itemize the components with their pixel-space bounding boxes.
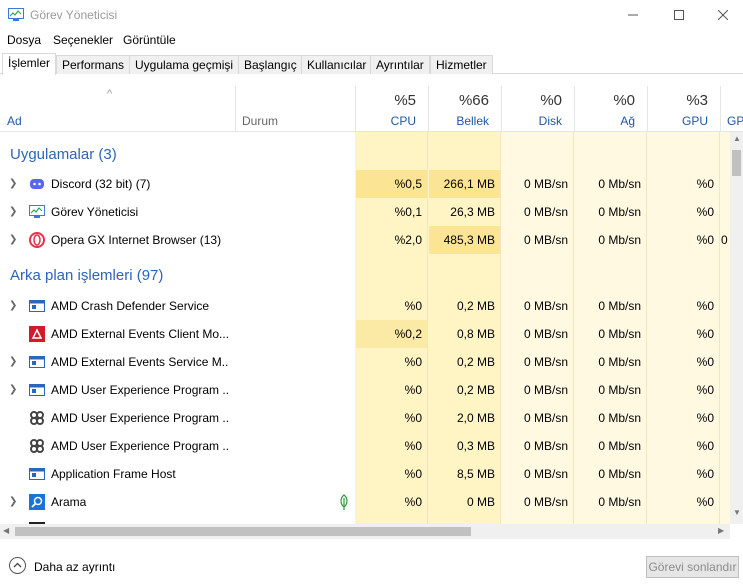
gear-cluster-icon [30,411,44,425]
chevron-up-circle-icon[interactable] [9,557,26,574]
service-window-icon [29,300,45,312]
process-list: Uygulamalar (3) ❯ Discord (32 bit) (7) %… [0,132,730,524]
scroll-right-icon[interactable]: ▶ [718,526,724,535]
close-button[interactable] [702,0,743,30]
table-row[interactable] [0,516,730,524]
menu-bar: Dosya Seçenekler Görüntüle [0,30,743,50]
table-row[interactable]: ❯ Görev Yöneticisi %0,1 26,3 MB 0 MB/sn … [0,198,730,226]
maximize-button[interactable] [656,0,702,30]
group-header-background[interactable]: Arka plan işlemleri (97) [0,260,730,290]
tab-users[interactable]: Kullanıcılar [301,55,373,74]
header-network[interactable]: %0 Ağ [574,86,647,132]
table-row[interactable]: ❯ AMD External Events Service M... %0 0,… [0,348,730,376]
tab-strip: İşlemler Performans Uygulama geçmişi Baş… [0,53,743,75]
maximize-icon [674,10,684,20]
tab-app-history[interactable]: Uygulama geçmişi [129,55,240,74]
header-cpu[interactable]: %5 CPU [355,86,428,132]
expand-icon[interactable]: ❯ [9,356,17,367]
menu-options[interactable]: Seçenekler [53,33,113,47]
table-row[interactable]: AMD User Experience Program ... %0 0,3 M… [0,432,730,460]
table-row[interactable]: ❯ AMD User Experience Program ... %0 0,2… [0,376,730,404]
chevron-up-icon [13,562,22,568]
expand-icon[interactable]: ❯ [9,496,17,507]
scroll-left-icon[interactable]: ◀ [3,526,9,535]
header-status[interactable]: Durum [235,86,355,132]
disk-total: %0 [540,92,562,109]
tab-performance[interactable]: Performans [56,55,131,74]
vertical-scrollbar[interactable]: ▲ ▼ [730,132,743,524]
vertical-scroll-thumb[interactable] [732,150,741,176]
menu-view[interactable]: Görüntüle [123,33,176,47]
table-row[interactable]: Application Frame Host %0 8,5 MB 0 MB/sn… [0,460,730,488]
header-memory[interactable]: %66 Bellek [428,86,501,132]
cpu-total: %5 [394,92,416,109]
search-icon [29,494,45,510]
table-row[interactable]: ❯ Opera GX Internet Browser (13) %2,0 48… [0,226,730,254]
horizontal-scrollbar[interactable]: ◀ ▶ [0,524,730,539]
task-manager-icon [29,205,45,218]
task-manager-icon [8,8,24,21]
header-name[interactable]: Ad [0,86,235,132]
expand-icon[interactable]: ❯ [9,300,17,311]
close-icon [717,10,728,20]
expand-icon[interactable]: ❯ [9,178,17,189]
header-gpu-engine[interactable]: GPU [720,86,743,132]
group-header-apps[interactable]: Uygulamalar (3) [0,140,730,168]
network-total: %0 [613,92,635,109]
table-row[interactable]: ❯ Arama %0 0 MB 0 MB/sn 0 Mb/sn %0 [0,488,730,516]
tab-services[interactable]: Hizmetler [430,55,493,74]
gear-cluster-icon [30,439,44,453]
opera-gx-icon [29,232,45,248]
fewer-details-link[interactable]: Daha az ayrıntı [34,560,115,574]
leaf-icon [340,494,348,510]
scroll-down-icon[interactable]: ▼ [733,508,741,517]
menu-file[interactable]: Dosya [7,33,41,47]
expand-icon[interactable]: ❯ [9,384,17,395]
horizontal-scroll-thumb[interactable] [15,527,471,536]
service-window-icon [29,384,45,396]
table-row[interactable]: AMD User Experience Program ... %0 2,0 M… [0,404,730,432]
end-task-button[interactable]: Görevi sonlandır [646,556,739,578]
minimize-button[interactable] [610,0,656,30]
memory-total: %66 [458,92,489,109]
tab-details[interactable]: Ayrıntılar [370,55,430,74]
table-row[interactable]: ❯ Discord (32 bit) (7) %0,5 266,1 MB 0 M… [0,170,730,198]
table-row[interactable]: ❯ AMD Crash Defender Service %0 0,2 MB 0… [0,292,730,320]
footer: Daha az ayrıntı Görevi sonlandır [0,540,743,588]
service-window-icon [29,356,45,368]
tab-processes[interactable]: İşlemler [2,53,57,75]
tab-startup[interactable]: Başlangıç [238,55,303,74]
expand-icon[interactable]: ❯ [9,206,17,217]
amd-icon [29,326,45,342]
service-window-icon [29,468,45,480]
header-gpu[interactable]: %3 GPU [647,86,720,132]
minimize-icon [628,14,638,16]
table-row[interactable]: AMD External Events Client Mo... %0,2 0,… [0,320,730,348]
column-header: ^ Ad Durum %5 CPU %66 Bellek %0 Disk %0 … [0,86,743,132]
scroll-up-icon[interactable]: ▲ [733,134,741,143]
discord-icon [30,179,44,189]
title-bar: Görev Yöneticisi [0,0,743,30]
gpu-total: %3 [686,92,708,109]
header-disk[interactable]: %0 Disk [501,86,574,132]
expand-icon[interactable]: ❯ [9,234,17,245]
window-title: Görev Yöneticisi [30,8,118,22]
